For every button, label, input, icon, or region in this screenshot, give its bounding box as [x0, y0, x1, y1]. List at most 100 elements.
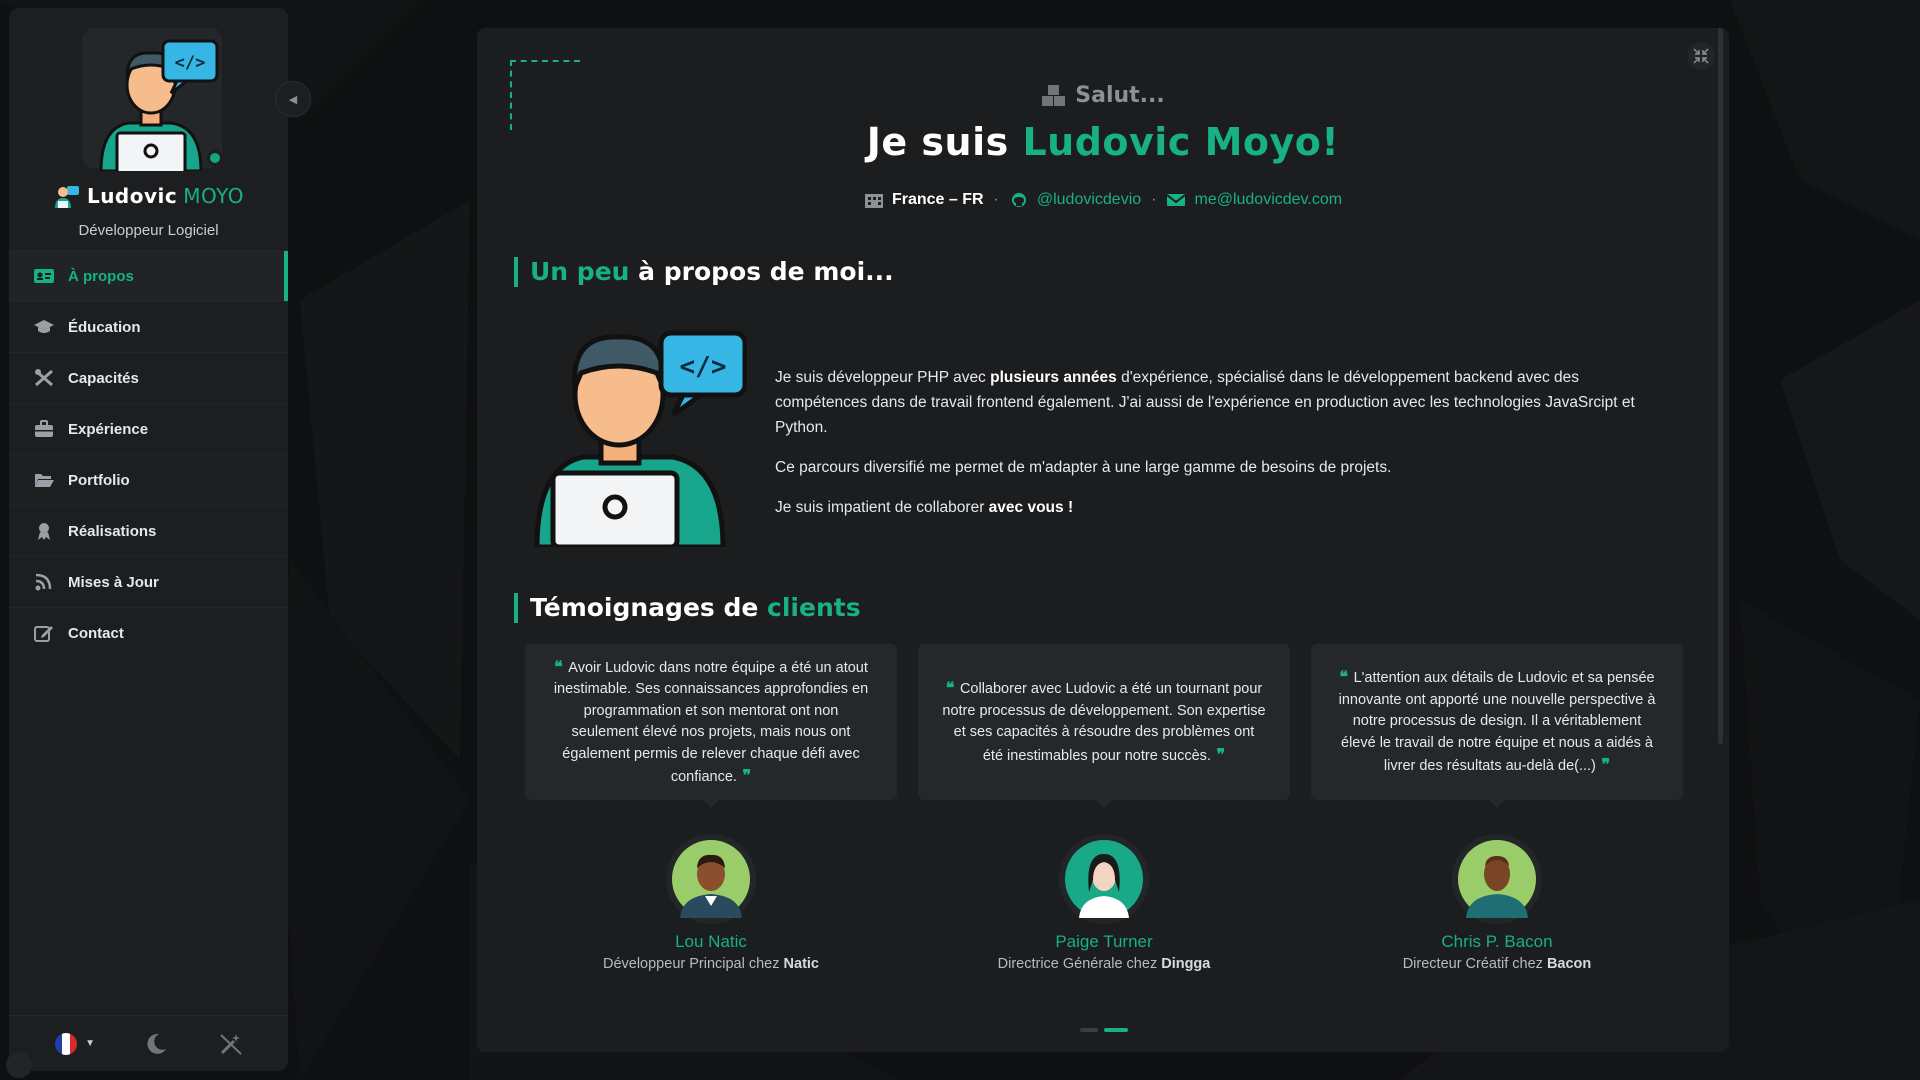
author-avatar: [1452, 834, 1542, 924]
author-avatar: [1059, 834, 1149, 924]
testimonials-section-title: Témoignages de clients: [514, 593, 861, 623]
about-section-title: Un peu à propos de moi...: [514, 257, 894, 287]
sidebar-item-experience[interactable]: Expérience: [9, 403, 288, 454]
testimonial-author: Paige Turner Directrice Générale chez Di…: [918, 834, 1290, 972]
main-panel: Salut... Je suis Ludovic Moyo! France – …: [477, 28, 1729, 1052]
online-status-dot: [207, 150, 223, 166]
headline-prefix: Je suis: [866, 120, 1023, 164]
about-p1-text: Je suis développeur PHP avec: [775, 369, 991, 386]
about-paragraph: Ce parcours diversifié me permet de m'ad…: [775, 459, 1392, 476]
carousel-pagination: [525, 1028, 1683, 1032]
about-paragraph: Je suis impatient de collaborer avec vou…: [775, 495, 1665, 520]
author-role-text: Directeur Créatif chez: [1402, 956, 1547, 972]
caret-left-icon: ◀: [288, 93, 298, 106]
author-name: Lou Natic: [675, 932, 747, 951]
folder-open-icon: [32, 470, 56, 490]
svg-text:</>: </>: [175, 53, 206, 73]
sidebar-item-skills[interactable]: Capacités: [9, 352, 288, 403]
testimonials-title-accent: clients: [767, 593, 861, 622]
developer-illustration: </>: [523, 317, 748, 550]
author-role: Directeur Créatif chez Bacon: [1311, 956, 1683, 972]
headline-name: Ludovic Moyo!: [1022, 120, 1340, 164]
quote-close-icon: ❞: [736, 766, 752, 785]
testimonial-quote: ❝ Avoir Ludovic dans notre équipe a été …: [549, 656, 873, 789]
email-link[interactable]: me@ludovicdev.com: [1166, 191, 1342, 209]
sidebar-item-about[interactable]: À propos: [9, 250, 288, 301]
sidebar-item-label: Contact: [68, 624, 124, 642]
quote-close-icon: ❞: [1595, 755, 1611, 775]
author-role: Développeur Principal chez Natic: [525, 956, 897, 972]
location-text: France – FR: [891, 191, 984, 208]
contact-line: France – FR · @ludovicdevio · me@ludovic…: [477, 191, 1729, 209]
testimonial-card: ❝ L'attention aux détails de Ludovic et …: [1311, 644, 1683, 808]
quote-open-icon: ❝: [1339, 667, 1354, 687]
testimonial-author: Chris P. Bacon Directeur Créatif chez Ba…: [1311, 834, 1683, 972]
testimonial-quote: ❝ Collaborer avec Ludovic a été un tourn…: [942, 677, 1266, 767]
author-name: Chris P. Bacon: [1441, 932, 1553, 951]
sidebar-item-label: Mises à Jour: [68, 573, 159, 591]
sidebar-item-label: Réalisations: [68, 522, 157, 540]
author-company: Dingga: [1161, 956, 1211, 972]
sidebar-item-education[interactable]: Éducation: [9, 301, 288, 352]
collapse-sidebar-button[interactable]: ◀: [275, 81, 311, 117]
about-text: Je suis développeur PHP avec plusieurs a…: [775, 365, 1665, 535]
briefcase-icon: [32, 419, 56, 439]
testimonial-author: Lou Natic Développeur Principal chez Nat…: [525, 834, 897, 972]
award-icon: [32, 521, 56, 541]
testimonial-card: ❝ Collaborer avec Ludovic a été un tourn…: [918, 644, 1290, 808]
profile-name: Ludovic MOYO: [9, 184, 288, 208]
email-address: me@ludovicdev.com: [1194, 191, 1343, 208]
rss-icon: [32, 572, 56, 592]
cubes-icon: [1042, 84, 1066, 106]
theme-toggle-button[interactable]: [143, 1031, 169, 1057]
sidebar: </> ◀ Ludovic MOYO Développeur Logiciel: [9, 8, 311, 1071]
edit-icon: [32, 623, 56, 643]
profile-last-name: MOYO: [183, 184, 245, 208]
author-name: Paige Turner: [1055, 932, 1153, 951]
about-p3-bold: avec vous !: [988, 499, 1074, 516]
moon-icon: [147, 1033, 167, 1054]
graduation-cap-icon: [32, 317, 56, 337]
github-handle: @ludovicdevio: [1036, 191, 1142, 208]
fullscreen-toggle-button[interactable]: [1687, 42, 1715, 70]
testimonial-card: ❝ Avoir Ludovic dans notre équipe a été …: [525, 644, 897, 808]
github-link[interactable]: @ludovicdevio: [1009, 191, 1141, 209]
caret-down-icon: ▼: [85, 1038, 96, 1049]
quote-close-icon: ❞: [1210, 744, 1226, 764]
separator-dot: ·: [993, 191, 999, 208]
testimonials-title-rest: Témoignages de: [530, 593, 768, 622]
language-selector[interactable]: ▼: [53, 1031, 95, 1057]
carousel-dot[interactable]: [1080, 1028, 1098, 1032]
sidebar-item-contact[interactable]: Contact: [9, 607, 288, 658]
testimonial-text: Avoir Ludovic dans notre équipe a été un…: [553, 659, 869, 786]
sidebar-item-label: À propos: [68, 267, 134, 285]
tools-icon: [32, 368, 56, 388]
profile-avatar: </>: [79, 25, 225, 175]
separator-dot: ·: [1151, 191, 1157, 208]
author-role: Directrice Générale chez Dingga: [918, 956, 1290, 972]
sidebar-item-label: Portfolio: [68, 471, 130, 489]
github-icon: [1011, 193, 1026, 207]
effects-toggle-button[interactable]: [218, 1031, 244, 1057]
carousel-dot-active[interactable]: [1104, 1028, 1128, 1032]
developer-icon: [54, 186, 79, 208]
quote-open-icon: ❝: [554, 656, 569, 676]
author-company: Natic: [783, 956, 819, 972]
greeting-text: Salut...: [1075, 83, 1165, 108]
location: France – FR: [864, 191, 984, 209]
sidebar-item-label: Expérience: [68, 420, 149, 438]
id-card-icon: [32, 266, 56, 286]
greeting: Salut...: [477, 83, 1729, 108]
author-role-text: Développeur Principal chez: [602, 956, 784, 972]
testimonials-carousel: ❝ Avoir Ludovic dans notre équipe a été …: [525, 644, 1683, 1032]
envelope-icon: [1166, 194, 1187, 206]
sidebar-item-portfolio[interactable]: Portfolio: [9, 454, 288, 505]
building-icon: [864, 194, 883, 208]
about-title-accent: Un peu: [530, 257, 630, 286]
france-flag-icon: [55, 1032, 78, 1055]
page-title: Je suis Ludovic Moyo!: [477, 120, 1729, 164]
sidebar-item-updates[interactable]: Mises à Jour: [9, 556, 288, 607]
sidebar-item-achievements[interactable]: Réalisations: [9, 505, 288, 556]
sidebar-nav: À propos Éducation Capacités Expérience …: [9, 250, 288, 658]
about-p1-bold: plusieurs années: [990, 369, 1117, 386]
